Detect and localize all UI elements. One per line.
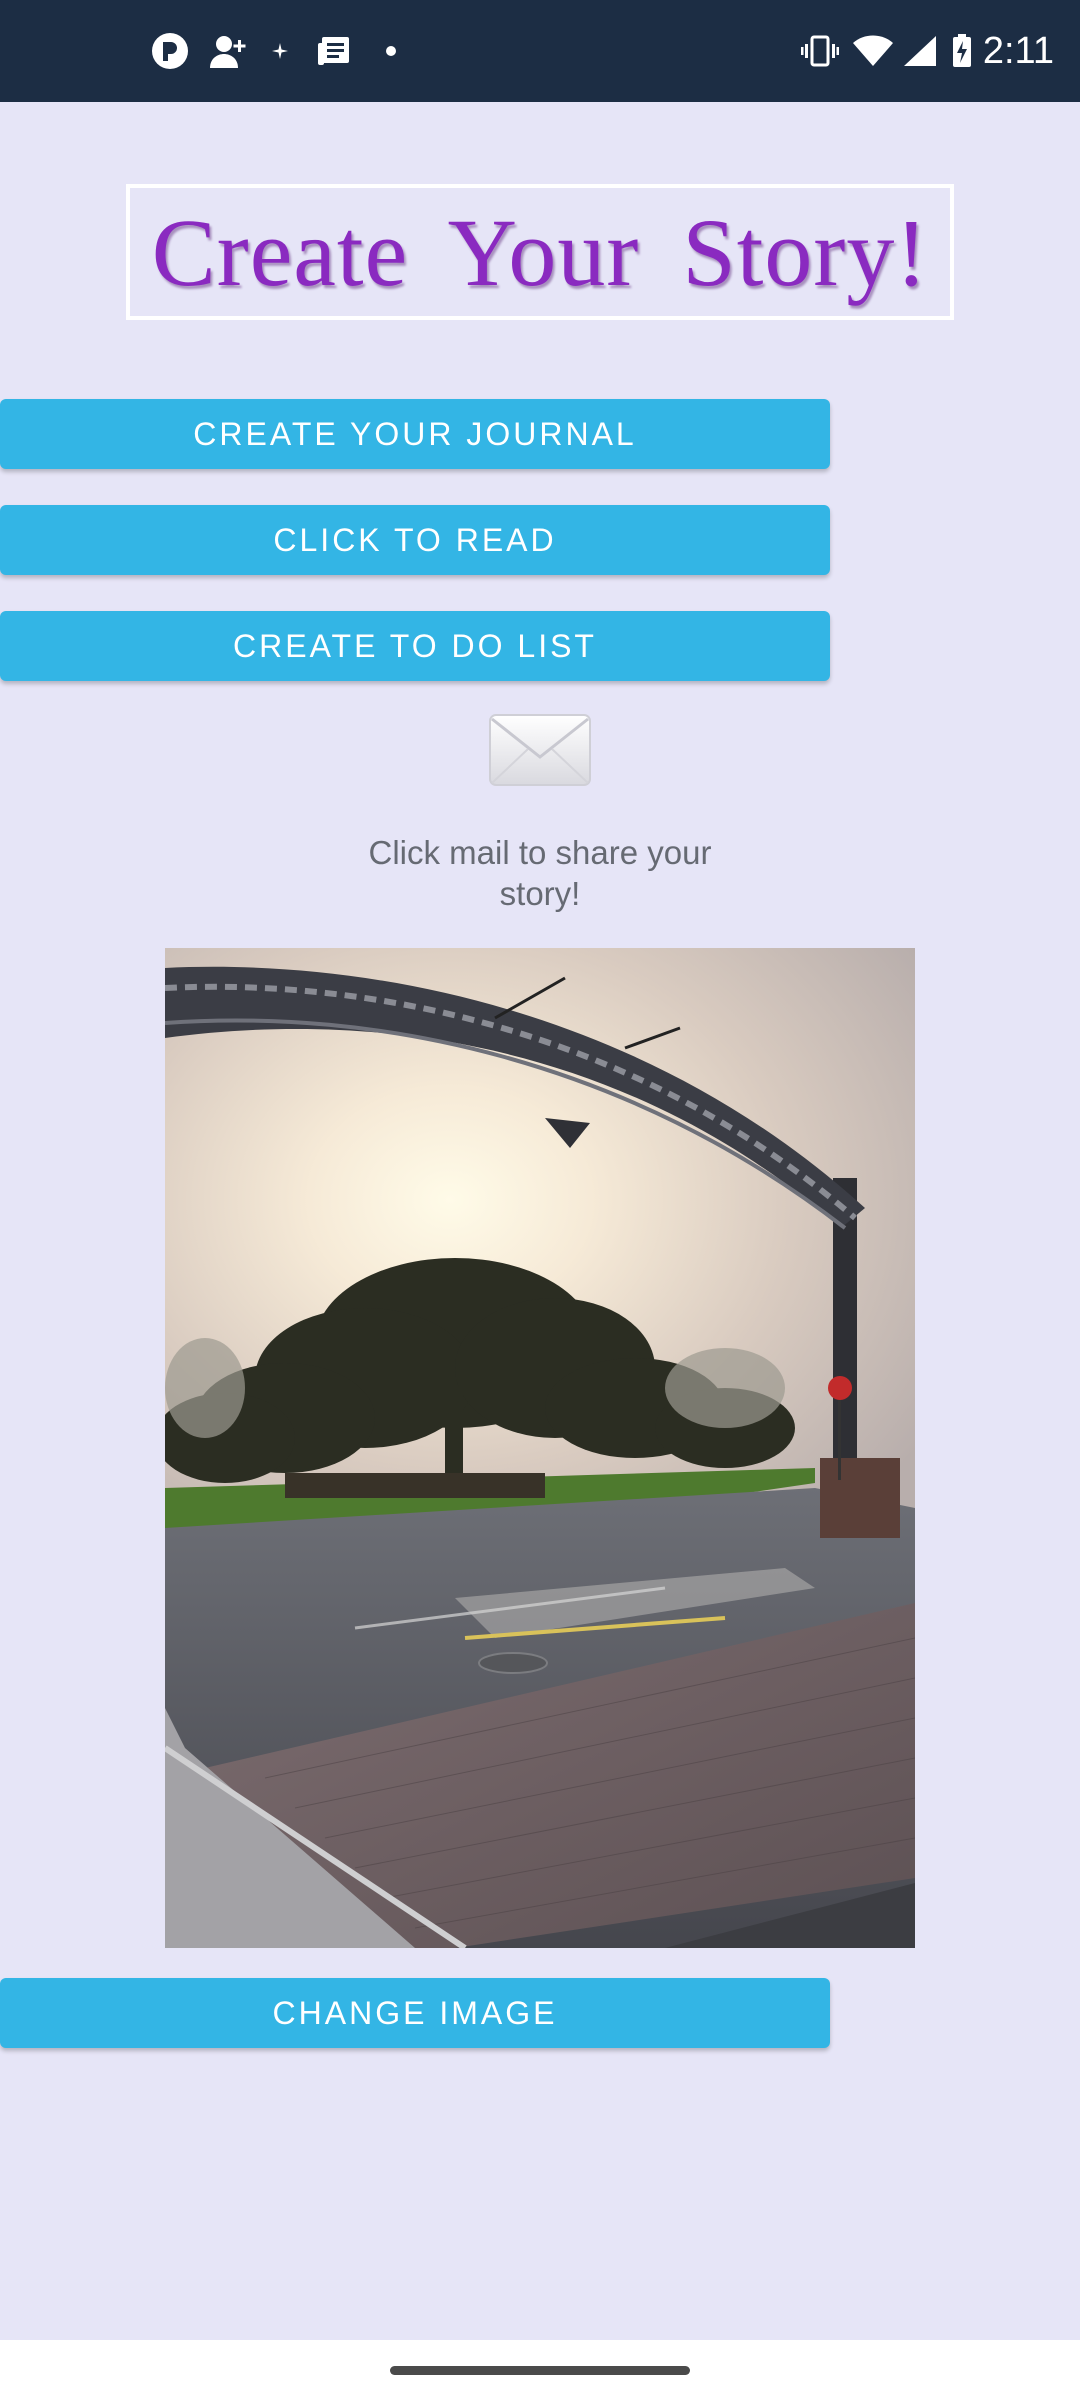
signal-icon (902, 0, 938, 102)
create-todo-button[interactable]: CREATE TO DO LIST (0, 611, 830, 681)
app-icon (150, 0, 190, 102)
vibrate-icon (800, 0, 840, 102)
share-instructions: Click mail to share your story! (368, 834, 712, 912)
add-user-icon (206, 0, 250, 102)
home-gesture-handle[interactable] (390, 2366, 690, 2375)
dot-icon (384, 0, 398, 102)
status-time: 2:11 (982, 30, 1054, 72)
story-image (165, 948, 915, 1948)
news-icon (316, 0, 352, 102)
status-bar: 2:11 (0, 0, 1080, 102)
wifi-icon (852, 0, 894, 102)
sparkle-icon (270, 0, 290, 102)
create-journal-button[interactable]: CREATE YOUR JOURNAL (0, 399, 830, 469)
battery-charging-icon (950, 0, 974, 102)
click-to-read-button[interactable]: CLICK TO READ (0, 505, 830, 575)
page-title: Create Your Story! (151, 198, 929, 306)
mail-icon (489, 714, 591, 786)
mail-share-button[interactable] (484, 710, 596, 790)
title-banner: Create Your Story! (126, 184, 954, 320)
change-image-button[interactable]: CHANGE IMAGE (0, 1978, 830, 2048)
